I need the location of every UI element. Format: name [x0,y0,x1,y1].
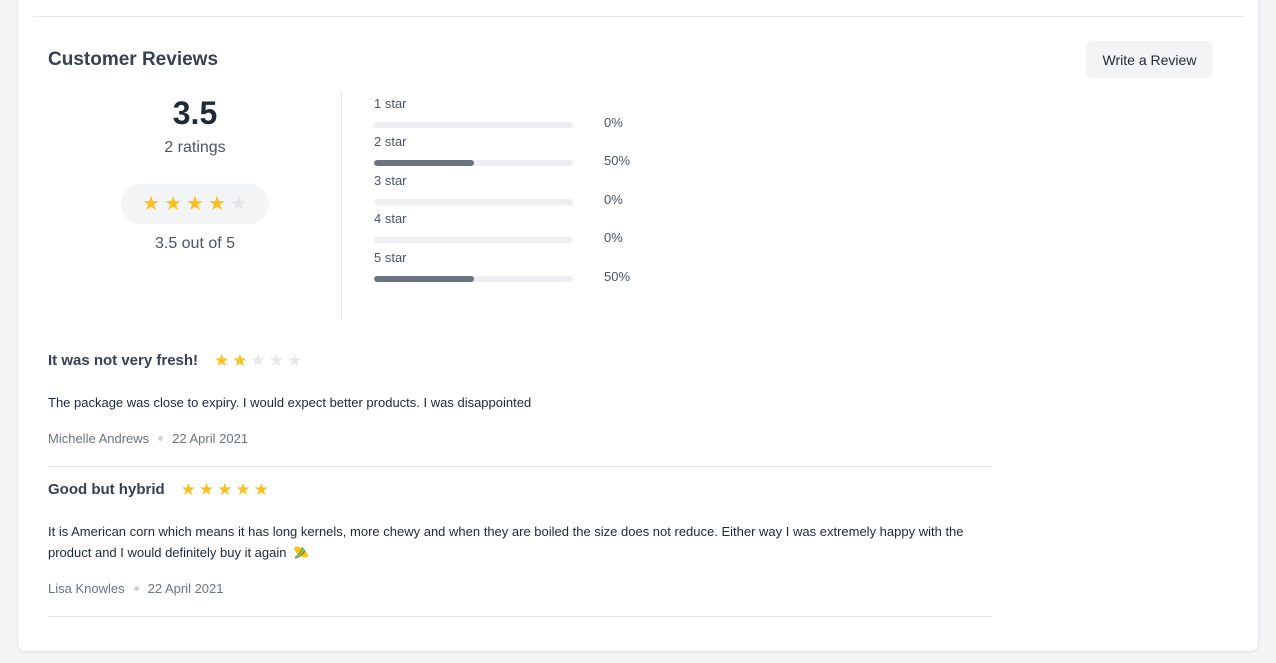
star-empty-icon: ★ [250,351,266,370]
review-star-rating: ★ ★ ★ ★ ★ [181,481,269,498]
distribution-bar-fill [374,276,474,282]
distribution-bar [374,199,573,205]
distribution-bar [374,237,573,243]
star-filled-icon: ★ [214,351,230,370]
review-header: It was not very fresh! ★ ★ ★ ★ ★ [48,352,302,369]
distribution-percent: 0% [604,192,623,207]
review-title: It was not very fresh! [48,352,199,369]
review-star-rating: ★ ★ ★ ★ ★ [214,352,302,369]
review-item: Good but hybrid ★ ★ ★ ★ ★ It is American cor… [48,481,992,617]
star-filled-icon: ★ [142,193,161,215]
distribution-bar-fill [374,160,474,166]
review-body: It is American corn which means it has l… [48,521,992,563]
distribution-bar [374,122,573,128]
distribution-row-2-star: 2 star 50% [374,134,644,170]
review-author: Michelle Andrews [48,431,150,446]
distribution-label: 3 star [374,173,407,188]
star-empty-icon: ★ [229,193,248,215]
distribution-bar [374,276,573,282]
distribution-label: 2 star [374,134,407,149]
star-filled-icon: ★ [232,351,248,370]
star-filled-icon: ★ [186,193,204,215]
section-title: Customer Reviews [48,49,219,70]
star-empty-icon: ★ [268,351,285,370]
distribution-percent: 50% [604,153,631,168]
separator-dot [133,586,139,591]
distribution-row-1-star: 1 star 0% [374,96,644,132]
review-header: Good but hybrid ★ ★ ★ ★ ★ [48,481,269,498]
distribution-row-3-star: 3 star 0% [374,173,644,209]
star-filled-icon: ★ [207,193,226,215]
distribution-bar [374,160,573,166]
average-star-rating: ★ ★ ★ ★ ★ [121,184,269,224]
corn-icon [292,544,310,559]
top-divider [33,16,1244,17]
review-author: Lisa Knowles [48,581,125,596]
distribution-label: 5 star [374,250,407,265]
star-filled-icon: ★ [235,480,251,499]
distribution-percent: 50% [604,269,631,284]
out-of-text: 3.5 out of 5 [154,235,236,252]
star-filled-icon: ★ [180,480,196,499]
review-date: 22 April 2021 [147,581,224,596]
star-filled-icon: ★ [253,480,269,499]
review-text: The package was close to expiry. I would… [48,395,532,410]
star-filled-icon: ★ [164,193,183,215]
review-body: The package was close to expiry. I would… [48,392,992,413]
average-rating: 3.5 [172,95,218,131]
distribution-label: 1 star [374,96,407,111]
star-filled-icon: ★ [198,480,215,499]
distribution-row-5-star: 5 star 50% [374,250,644,286]
ratings-count: 2 ratings [164,139,226,156]
review-title: Good but hybrid [48,481,165,498]
star-empty-icon: ★ [287,351,303,370]
distribution-percent: 0% [604,230,623,245]
distribution-row-4-star: 4 star 0% [374,211,644,247]
review-text: It is American corn which means it has l… [48,524,964,560]
review-date: 22 April 2021 [172,431,249,446]
write-review-button[interactable]: Write a Review [1086,41,1213,78]
review-meta: Michelle Andrews 22 April 2021 [48,431,248,446]
separator-dot [158,436,164,441]
rating-summary: 3.5 2 ratings ★ ★ ★ ★ ★ 3.5 out of 5 [48,92,342,320]
star-filled-icon: ★ [217,480,233,499]
review-meta: Lisa Knowles 22 April 2021 [48,581,224,596]
distribution-percent: 0% [604,115,623,130]
distribution-label: 4 star [374,211,407,226]
review-item: It was not very fresh! ★ ★ ★ ★ ★ The package… [48,352,992,467]
